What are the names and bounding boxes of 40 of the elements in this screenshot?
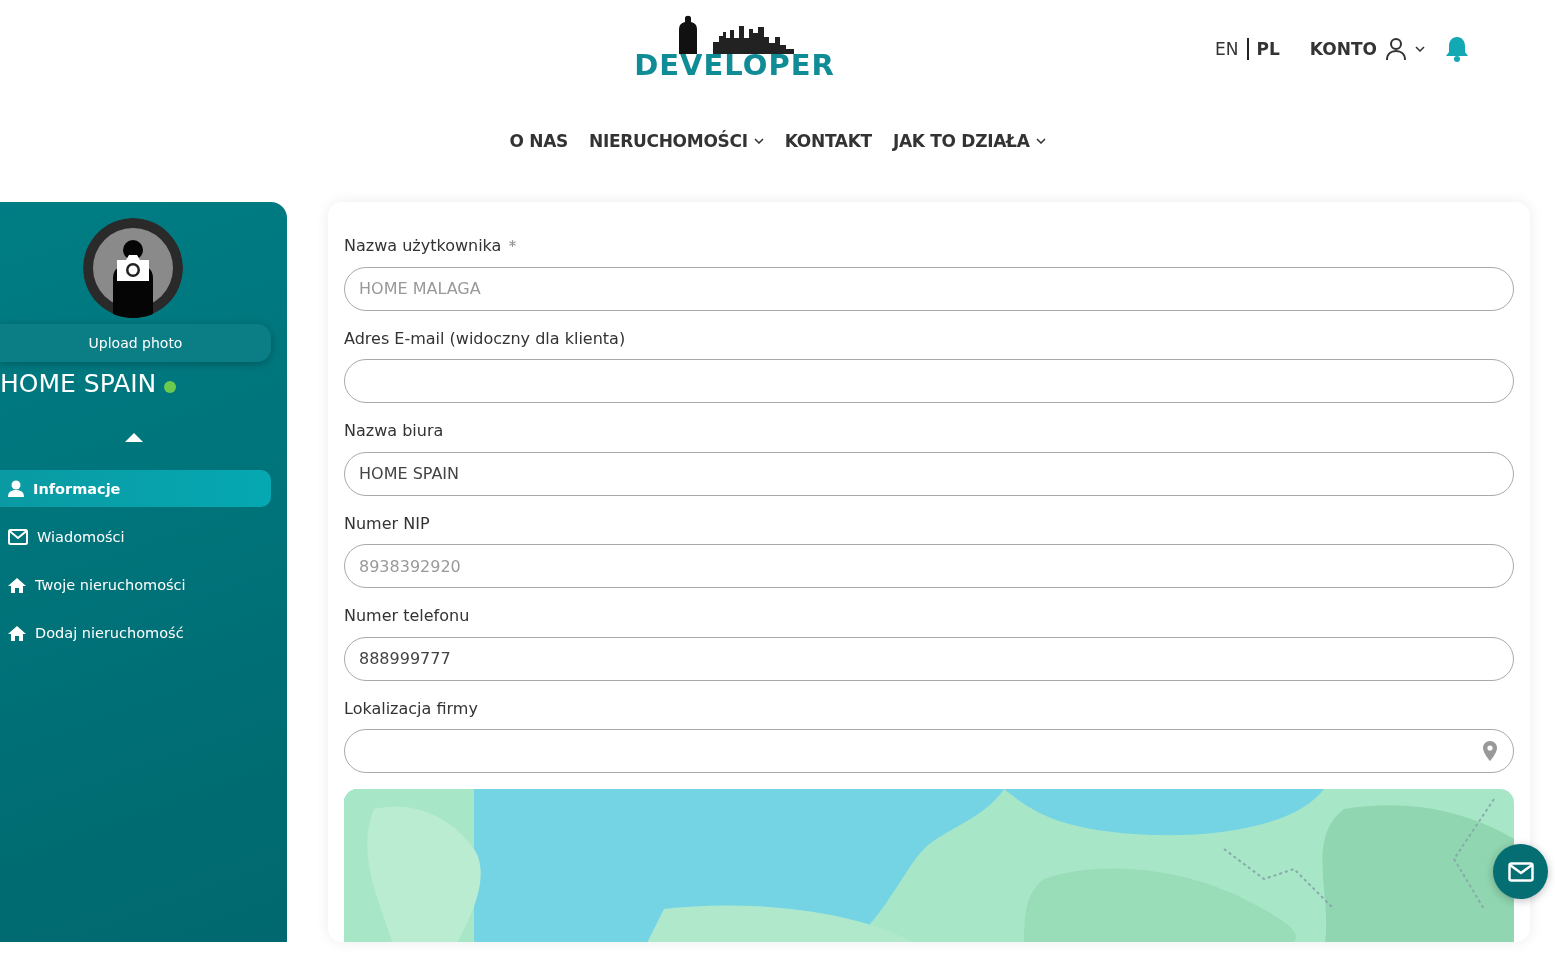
- house-icon: [8, 624, 26, 641]
- logo-text: DEVELOPER: [634, 50, 835, 80]
- caret-icon: [753, 138, 764, 144]
- account-link[interactable]: KONTO: [1309, 39, 1377, 59]
- user-icon: [8, 480, 24, 497]
- caret-icon[interactable]: [1415, 46, 1425, 52]
- camera-icon[interactable]: [114, 253, 152, 283]
- field-label: Numer telefonu: [344, 606, 470, 626]
- nav-link[interactable]: O NAS: [509, 131, 568, 151]
- sidebar-item[interactable]: Dodaj nieruchomość: [0, 614, 271, 651]
- upload-photo-button[interactable]: Upload photo: [0, 324, 271, 362]
- field-label: Lokalizacja firmy: [344, 698, 478, 718]
- bell-icon[interactable]: [1445, 36, 1469, 62]
- sidebar-item[interactable]: Wiadomości: [0, 518, 271, 555]
- input-field[interactable]: [344, 729, 1514, 774]
- collapse-icon[interactable]: [125, 432, 143, 442]
- profile-name: HOME SPAIN: [0, 368, 157, 400]
- nav-link[interactable]: NIERUCHOMOŚCI: [588, 131, 764, 151]
- mail-icon: [1507, 861, 1534, 882]
- input-field[interactable]: [344, 359, 1514, 404]
- nav-link[interactable]: KONTAKT: [784, 131, 872, 151]
- field-label: Numer NIP: [344, 513, 430, 533]
- house-icon: [8, 576, 26, 593]
- mail-icon: [8, 528, 28, 545]
- input-field[interactable]: 8938392920: [344, 544, 1514, 589]
- input-field[interactable]: HOME SPAIN: [344, 451, 1514, 496]
- sidebar-item[interactable]: Twoje nieruchomości: [0, 566, 271, 603]
- field-label: Adres E-mail (widoczny dla klienta): [344, 328, 626, 348]
- field-label: Nazwa użytkownika: [344, 236, 502, 255]
- nav-link[interactable]: JAK TO DZIAŁA: [892, 131, 1046, 151]
- logo[interactable]: DEVELOPER: [634, 14, 835, 80]
- input-field[interactable]: HOME MALAGA: [344, 266, 1514, 311]
- location-pin-icon[interactable]: [1483, 741, 1497, 762]
- language-link[interactable]: EN: [1215, 39, 1239, 59]
- field-label: Nazwa biura: [344, 421, 444, 441]
- caret-icon: [1035, 138, 1046, 144]
- language-link[interactable]: PL: [1256, 39, 1280, 59]
- required-asterisk-icon: [509, 240, 517, 247]
- user-icon[interactable]: [1385, 37, 1407, 61]
- input-field[interactable]: 888999777: [344, 636, 1514, 681]
